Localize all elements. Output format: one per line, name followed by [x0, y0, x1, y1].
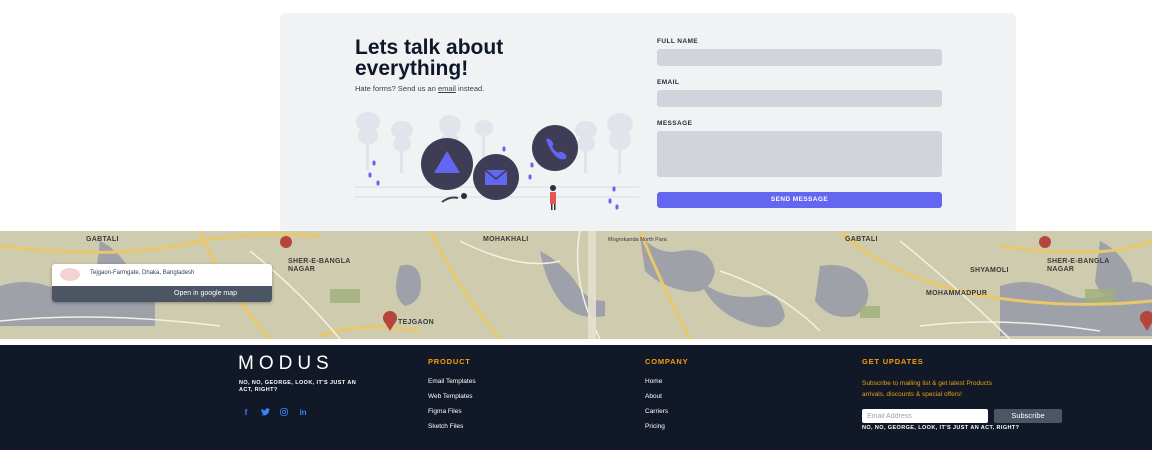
- footer-link[interactable]: About: [645, 393, 668, 408]
- subscribe-button[interactable]: Subscribe: [994, 409, 1062, 423]
- open-google-map-button[interactable]: Open in google map: [52, 286, 272, 302]
- facebook-icon[interactable]: f: [241, 407, 251, 417]
- map-embed[interactable]: GABTALI SHER-E-BANGLA NAGAR MOHAKHALI Mo…: [0, 231, 1152, 339]
- updates-column-title: GET UPDATES: [862, 357, 924, 366]
- map-label: SHER-E-BANGLA NAGAR: [1047, 258, 1110, 273]
- map-label: MOHAMMADPUR: [926, 290, 988, 297]
- product-links: Email Templates Web Templates Figma File…: [428, 378, 476, 438]
- instagram-icon[interactable]: [279, 407, 289, 417]
- product-column-title: PRODUCT: [428, 357, 471, 366]
- map-label: SHER-E-BANGLA NAGAR: [288, 258, 351, 273]
- footer-link[interactable]: Carriers: [645, 408, 668, 423]
- location-address: Tejgaon-Farmgate, Dhaka, Bangladesh: [90, 270, 195, 276]
- message-field[interactable]: [657, 131, 942, 177]
- footer-link[interactable]: Web Templates: [428, 393, 476, 408]
- contact-subline: Hate forms? Send us an email instead.: [355, 84, 484, 93]
- map-location-card: Tejgaon-Farmgate, Dhaka, Bangladesh Open…: [52, 264, 272, 302]
- email-label: EMAIL: [657, 79, 680, 86]
- message-label: MESSAGE: [657, 120, 693, 127]
- footer-link[interactable]: Pricing: [645, 423, 668, 438]
- location-pin-icon: [60, 268, 80, 281]
- contact-headline: Lets talk about everything!: [355, 36, 504, 80]
- subline-before: Hate forms? Send us an: [355, 84, 438, 93]
- email-link[interactable]: email: [438, 84, 456, 93]
- full-name-field[interactable]: [657, 49, 942, 66]
- linkedin-icon[interactable]: in: [298, 407, 308, 417]
- map-label: Mogrokanda North Para: [608, 237, 667, 243]
- company-column-title: COMPANY: [645, 357, 689, 366]
- map-label: SHYAMOLI: [970, 267, 1009, 274]
- full-name-label: FULL NAME: [657, 38, 699, 45]
- footer: MODUS NO, NO, GEORGE, LOOK, IT'S JUST AN…: [0, 345, 1152, 450]
- newsletter-email-input[interactable]: [862, 409, 988, 423]
- footer-tagline: NO, NO, GEORGE, LOOK, IT'S JUST AN ACT, …: [239, 380, 357, 393]
- contact-card: Lets talk about everything! Hate forms? …: [280, 13, 1016, 233]
- subline-after: instead.: [455, 84, 485, 93]
- footer-link[interactable]: Figma Files: [428, 408, 476, 423]
- map-label: MOHAKHALI: [483, 236, 529, 243]
- map-label: GABTALI: [845, 236, 878, 243]
- footer-link[interactable]: Email Templates: [428, 378, 476, 393]
- social-links: f in: [241, 407, 308, 417]
- page: Lets talk about everything! Hate forms? …: [0, 0, 1152, 450]
- footer-link[interactable]: Sketch Files: [428, 423, 476, 438]
- map-label: GABTALI: [86, 236, 119, 243]
- send-message-button[interactable]: SEND MESSAGE: [657, 192, 942, 208]
- company-links: Home About Carriers Pricing: [645, 378, 668, 438]
- subscribe-description: Subscribe to mailing list & get latest P…: [862, 380, 993, 398]
- twitter-icon[interactable]: [260, 407, 270, 417]
- footer-logo[interactable]: MODUS: [238, 353, 334, 375]
- footer-tagline-secondary: NO, NO, GEORGE, LOOK, IT'S JUST AN ACT, …: [862, 425, 1020, 431]
- email-field[interactable]: [657, 90, 942, 107]
- contact-illustration: [354, 112, 639, 210]
- footer-link[interactable]: Home: [645, 378, 668, 393]
- map-label: TEJGAON: [398, 319, 434, 326]
